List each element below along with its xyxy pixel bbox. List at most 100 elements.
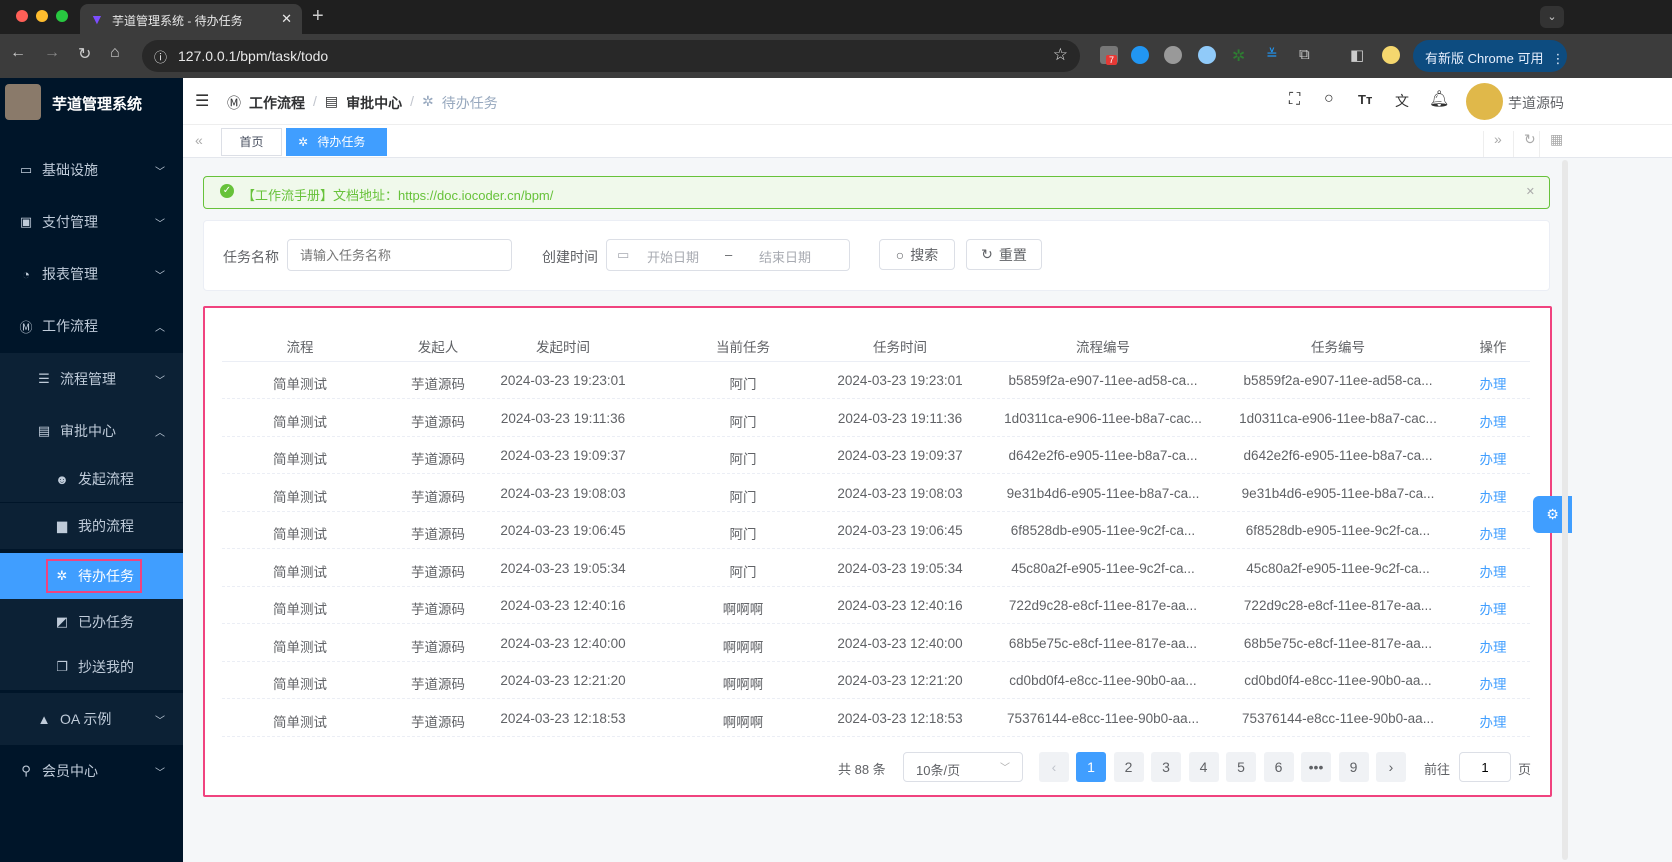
sidebar-item-发起流程[interactable]: ☻ 发起流程 bbox=[0, 456, 183, 502]
reload-icon[interactable]: ↻ bbox=[78, 44, 91, 64]
page-button[interactable]: 3 bbox=[1151, 752, 1181, 782]
start-date-input[interactable]: 开始日期 bbox=[647, 247, 699, 266]
new-tab-button[interactable]: + bbox=[312, 5, 324, 28]
breadcrumb-item[interactable]: 工作流程 bbox=[249, 93, 305, 113]
task-name-label: 任务名称 bbox=[223, 249, 279, 265]
maximize-window-button[interactable] bbox=[56, 10, 68, 22]
grid-menu-icon[interactable]: ▦ bbox=[1539, 131, 1563, 157]
hamburger-icon[interactable]: ☰ bbox=[195, 91, 209, 111]
address-bar[interactable]: ⓘ 127.0.0.1/bpm/task/todo ☆ bbox=[142, 40, 1080, 72]
sidebar-item-抄送我的[interactable]: ❐ 抄送我的 bbox=[0, 644, 183, 690]
tag-home[interactable]: 首页 bbox=[221, 128, 282, 156]
search-button-label: 搜索 bbox=[910, 246, 939, 263]
tag-todo[interactable]: ✲ 待办任务 bbox=[286, 128, 387, 156]
sidebar-item-我的流程[interactable]: ▆ 我的流程 bbox=[0, 503, 183, 549]
back-icon[interactable]: ← bbox=[10, 44, 26, 62]
browser-tab[interactable]: ▼ 芋道管理系统 - 待办任务 ✕ bbox=[80, 4, 302, 34]
end-date-input[interactable]: 结束日期 bbox=[759, 247, 811, 266]
extension-icon[interactable] bbox=[1164, 46, 1182, 64]
table-cell: 2024-03-23 12:40:16 bbox=[837, 598, 963, 613]
handle-link[interactable]: 办理 bbox=[1383, 448, 1603, 468]
scrollbar[interactable] bbox=[1562, 160, 1568, 860]
sidebar-item-label: 流程管理 bbox=[60, 371, 116, 387]
reset-button[interactable]: ↻ 重置 bbox=[966, 239, 1042, 270]
sidebar-item-已办任务[interactable]: ◩ 已办任务 bbox=[0, 599, 183, 645]
page-button[interactable]: ••• bbox=[1301, 752, 1331, 782]
extension-icon[interactable]: ≚ bbox=[1266, 46, 1284, 64]
page-button[interactable]: 5 bbox=[1226, 752, 1256, 782]
handle-link[interactable]: 办理 bbox=[1383, 598, 1603, 618]
sidebar-item-流程管理[interactable]: ☰ 流程管理 ﹀ bbox=[0, 353, 183, 405]
sidebar-item-审批中心[interactable]: ▤ 审批中心 ︿ bbox=[0, 405, 183, 457]
extension-icon[interactable]: 7 bbox=[1100, 46, 1118, 65]
side-panel-icon[interactable]: ◧ bbox=[1350, 46, 1368, 64]
handle-link[interactable]: 办理 bbox=[1383, 561, 1603, 581]
font-size-icon[interactable]: Tт bbox=[1358, 92, 1372, 107]
table-cell: 9e31b4d6-e905-11ee-b8a7-ca... bbox=[1006, 485, 1200, 501]
site-info-icon[interactable]: ⓘ bbox=[154, 47, 167, 66]
goto-page-input[interactable] bbox=[1459, 752, 1511, 782]
page-size-select[interactable]: 10条/页 ﹀ bbox=[903, 752, 1023, 782]
extension-gem-icon[interactable] bbox=[1131, 46, 1149, 64]
chevron-down-icon: ﹀ bbox=[155, 715, 165, 727]
column-header: 流程编号 bbox=[1076, 340, 1130, 355]
page-button[interactable]: 9 bbox=[1338, 752, 1369, 782]
bell-icon[interactable]: 🔔︎ bbox=[1429, 89, 1449, 109]
bookmark-star-icon[interactable]: ☆ bbox=[1053, 45, 1068, 65]
table-cell: d642e2f6-e905-11ee-b8a7-ca... bbox=[1008, 448, 1198, 463]
sidebar-item-工作流程[interactable]: Ⓜ 工作流程 ︿ bbox=[0, 300, 183, 352]
home-icon[interactable]: ⌂ bbox=[110, 44, 120, 62]
sidebar-item-报表管理[interactable]: ◔ 报表管理 ﹀ bbox=[0, 248, 183, 300]
page-button[interactable]: 2 bbox=[1113, 752, 1144, 782]
search-icon: ○ bbox=[895, 246, 905, 263]
tab-search-button[interactable]: ⌄ bbox=[1540, 6, 1564, 28]
sidebar-item-待办任务[interactable]: ✲ 待办任务 bbox=[0, 553, 183, 599]
username[interactable]: 芋道源码 bbox=[1508, 93, 1564, 113]
fullscreen-icon[interactable]: ⛶ bbox=[1289, 91, 1300, 109]
handle-link[interactable]: 办理 bbox=[1383, 373, 1603, 393]
sidebar-item-支付管理[interactable]: ▣ 支付管理 ﹀ bbox=[0, 196, 183, 248]
scroll-left-icon[interactable]: « bbox=[195, 132, 203, 148]
handle-link[interactable]: 办理 bbox=[1383, 636, 1603, 656]
avatar[interactable] bbox=[1466, 83, 1503, 120]
page-button[interactable]: 6 bbox=[1263, 752, 1294, 782]
sidebar-item-基础设施[interactable]: ▭ 基础设施 ﹀ bbox=[0, 144, 183, 196]
goto-label: 前往 bbox=[1424, 762, 1451, 777]
chevron-up-icon: ︿ bbox=[155, 322, 165, 334]
chrome-update-button[interactable]: 有新版 Chrome 可用 ⋮ bbox=[1413, 40, 1567, 72]
checker-icon: ◩ bbox=[55, 614, 69, 629]
sidebar-item-OA 示例[interactable]: ▲ OA 示例 ﹀ bbox=[0, 693, 183, 745]
minimize-window-button[interactable] bbox=[36, 10, 48, 22]
close-icon[interactable]: ✕ bbox=[1526, 185, 1535, 198]
handle-link[interactable]: 办理 bbox=[1383, 673, 1603, 693]
extension-star-icon[interactable]: ✲ bbox=[1232, 46, 1250, 65]
breadcrumb: Ⓜ 工作流程 / ▤ 审批中心 / ✲ 待办任务 bbox=[227, 93, 498, 113]
task-name-input[interactable] bbox=[287, 239, 512, 271]
prev-page-button[interactable]: ‹ bbox=[1039, 752, 1069, 782]
extension-icon[interactable] bbox=[1198, 46, 1216, 64]
sidebar-item-会员中心[interactable]: ⚲ 会员中心 ﹀ bbox=[0, 745, 183, 797]
breadcrumb-item[interactable]: 审批中心 bbox=[346, 93, 402, 113]
forward-icon[interactable]: → bbox=[44, 44, 60, 62]
close-window-button[interactable] bbox=[16, 10, 28, 22]
chevron-down-icon: ﹀ bbox=[155, 166, 165, 178]
handle-link[interactable]: 办理 bbox=[1383, 711, 1603, 731]
page-button[interactable]: 4 bbox=[1188, 752, 1219, 782]
translate-icon[interactable]: 文 bbox=[1395, 91, 1409, 111]
alert-text[interactable]: 【工作流手册】文档地址：https://doc.iocoder.cn/bpm/ bbox=[242, 185, 553, 204]
extension-badge: 7 bbox=[1106, 55, 1118, 65]
refresh-icon[interactable]: ↻ bbox=[1513, 131, 1536, 157]
search-button[interactable]: ○ 搜索 bbox=[879, 239, 955, 270]
page-button[interactable]: 1 bbox=[1076, 752, 1106, 782]
profile-avatar[interactable] bbox=[1382, 46, 1400, 64]
success-icon: ✓ bbox=[220, 184, 234, 198]
close-tab-icon[interactable]: ✕ bbox=[281, 11, 292, 27]
chevron-down-icon: ﹀ bbox=[1000, 763, 1010, 774]
extensions-puzzle-icon[interactable]: ⧉ bbox=[1299, 46, 1317, 64]
search-icon[interactable]: ○ bbox=[1324, 90, 1334, 108]
next-page-button[interactable]: › bbox=[1376, 752, 1406, 782]
handle-link[interactable]: 办理 bbox=[1383, 411, 1603, 431]
tab-title: 芋道管理系统 - 待办任务 bbox=[112, 14, 243, 28]
scroll-right-icon[interactable]: » bbox=[1483, 131, 1502, 157]
date-range-picker[interactable]: ▭ 开始日期 – 结束日期 bbox=[606, 239, 850, 271]
